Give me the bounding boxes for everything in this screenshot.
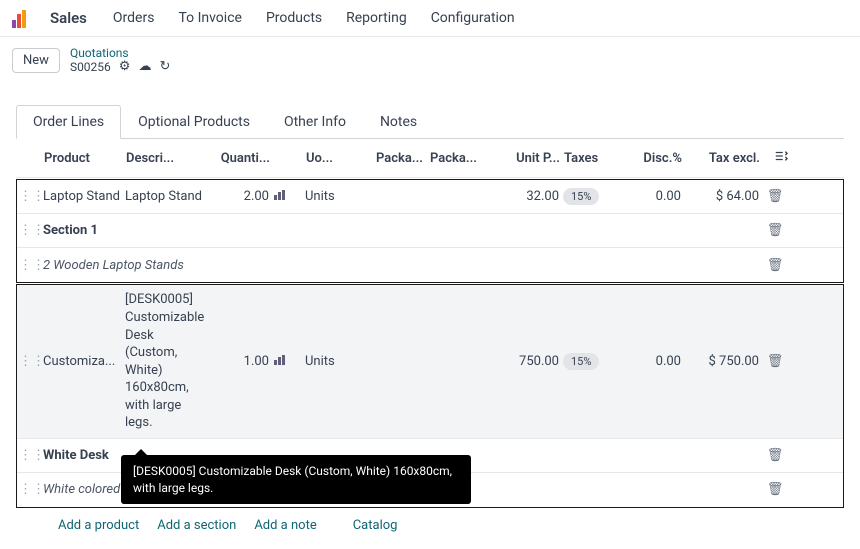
nav-reporting[interactable]: Reporting	[346, 10, 407, 26]
note-text[interactable]: 2 Wooden Laptop Stands	[43, 258, 759, 273]
col-description[interactable]: Descri...	[126, 151, 206, 166]
col-tax-excl[interactable]: Tax excl.	[686, 151, 760, 166]
section-row[interactable]: ⋮⋮ White Desk 🗑 [DESK0005] Customizable …	[17, 439, 843, 473]
section-row[interactable]: ⋮⋮ Section 1 🗑	[17, 214, 843, 248]
add-section-link[interactable]: Add a section	[157, 518, 236, 533]
drag-handle-icon[interactable]: ⋮⋮	[19, 189, 39, 204]
nav-orders[interactable]: Orders	[113, 10, 155, 26]
line-actions: Add a product Add a section Add a note C…	[16, 508, 844, 533]
drag-handle-icon[interactable]: ⋮⋮	[19, 448, 39, 463]
col-product[interactable]: Product	[44, 151, 122, 166]
cell-disc[interactable]: 0.00	[627, 189, 681, 204]
cell-uom[interactable]: Units	[305, 354, 371, 369]
delete-icon[interactable]: 🗑	[763, 482, 787, 497]
breadcrumb: Quotations S00256 ⚙ ☁ ↻	[70, 47, 170, 74]
top-bar: Sales Orders To Invoice Products Reporti…	[0, 0, 860, 37]
order-lines-grid: Product Descri... Quanti... Uo... Packa.…	[16, 139, 844, 532]
drag-handle-icon[interactable]: ⋮⋮	[19, 482, 39, 497]
drag-handle-icon[interactable]: ⋮⋮	[19, 354, 39, 369]
cell-descr[interactable]: Laptop Stand	[125, 189, 205, 204]
cell-unit-price[interactable]: 32.00	[489, 189, 559, 204]
delete-icon[interactable]: 🗑	[763, 189, 787, 204]
note-row[interactable]: ⋮⋮ 2 Wooden Laptop Stands 🗑	[17, 248, 843, 282]
grid-header: Product Descri... Quanti... Uo... Packa.…	[16, 139, 844, 178]
cell-taxexcl: $ 64.00	[685, 189, 759, 204]
col-quantity[interactable]: Quanti...	[210, 151, 270, 166]
cell-uom[interactable]: Units	[305, 189, 371, 204]
line-group-1: ⋮⋮ Laptop Stand Laptop Stand 2.00 Units …	[16, 179, 844, 283]
catalog-link[interactable]: Catalog	[353, 518, 398, 533]
col-taxes[interactable]: Taxes	[564, 151, 624, 166]
tooltip: [DESK0005] Customizable Desk (Custom, Wh…	[121, 455, 471, 505]
col-discount[interactable]: Disc.%	[628, 151, 682, 166]
cell-product[interactable]: Customiza...	[43, 354, 121, 369]
cell-disc[interactable]: 0.00	[627, 354, 681, 369]
delete-icon[interactable]: 🗑	[763, 223, 787, 238]
tabs: Order Lines Optional Products Other Info…	[16, 104, 844, 139]
cell-qty[interactable]: 2.00	[209, 189, 269, 204]
new-button[interactable]: New	[12, 48, 60, 73]
tax-badge[interactable]: 15%	[563, 353, 599, 370]
app-logo	[12, 8, 32, 28]
drag-handle-icon[interactable]: ⋮⋮	[19, 223, 39, 238]
tax-badge[interactable]: 15%	[563, 188, 599, 205]
nav-to-invoice[interactable]: To Invoice	[178, 10, 242, 26]
table-row[interactable]: ⋮⋮ Customiza... [DESK0005] Customizable …	[17, 285, 843, 438]
cell-product[interactable]: Laptop Stand	[43, 189, 121, 204]
tab-order-lines[interactable]: Order Lines	[16, 105, 121, 139]
cell-taxexcl: $ 750.00	[685, 354, 759, 369]
col-packaging1[interactable]: Packa...	[376, 151, 426, 166]
top-nav: Orders To Invoice Products Reporting Con…	[113, 10, 515, 26]
nav-configuration[interactable]: Configuration	[431, 10, 515, 26]
nav-products[interactable]: Products	[266, 10, 322, 26]
section-title[interactable]: Section 1	[43, 223, 759, 238]
cell-unit-price[interactable]: 750.00	[489, 354, 559, 369]
delete-icon[interactable]: 🗑	[763, 448, 787, 463]
tab-other-info[interactable]: Other Info	[267, 104, 363, 138]
chart-icon[interactable]	[273, 189, 301, 205]
line-group-2: ⋮⋮ Customiza... [DESK0005] Customizable …	[16, 284, 844, 507]
breadcrumb-row: New Quotations S00256 ⚙ ☁ ↻	[0, 37, 860, 84]
breadcrumb-record: S00256	[70, 61, 111, 74]
delete-icon[interactable]: 🗑	[763, 258, 787, 273]
cloud-icon[interactable]: ☁	[138, 60, 151, 74]
col-unit-price[interactable]: Unit P...	[490, 151, 560, 166]
app-title: Sales	[50, 9, 87, 27]
drag-handle-icon[interactable]: ⋮⋮	[19, 258, 39, 273]
tab-optional-products[interactable]: Optional Products	[121, 104, 267, 138]
add-note-link[interactable]: Add a note	[254, 518, 316, 533]
refresh-icon[interactable]: ↻	[159, 60, 170, 74]
col-uom[interactable]: Uo...	[306, 151, 372, 166]
tab-notes[interactable]: Notes	[363, 104, 434, 138]
cell-qty[interactable]: 1.00	[209, 354, 269, 369]
col-packaging2[interactable]: Packa...	[430, 151, 486, 166]
add-product-link[interactable]: Add a product	[58, 518, 139, 533]
table-row[interactable]: ⋮⋮ Laptop Stand Laptop Stand 2.00 Units …	[17, 180, 843, 214]
columns-config-icon[interactable]	[764, 149, 788, 167]
gear-icon[interactable]: ⚙	[119, 60, 131, 74]
cell-descr[interactable]: [DESK0005] Customizable Desk (Custom, Wh…	[125, 291, 205, 431]
delete-icon[interactable]: 🗑	[763, 354, 787, 369]
chart-icon[interactable]	[273, 354, 301, 370]
